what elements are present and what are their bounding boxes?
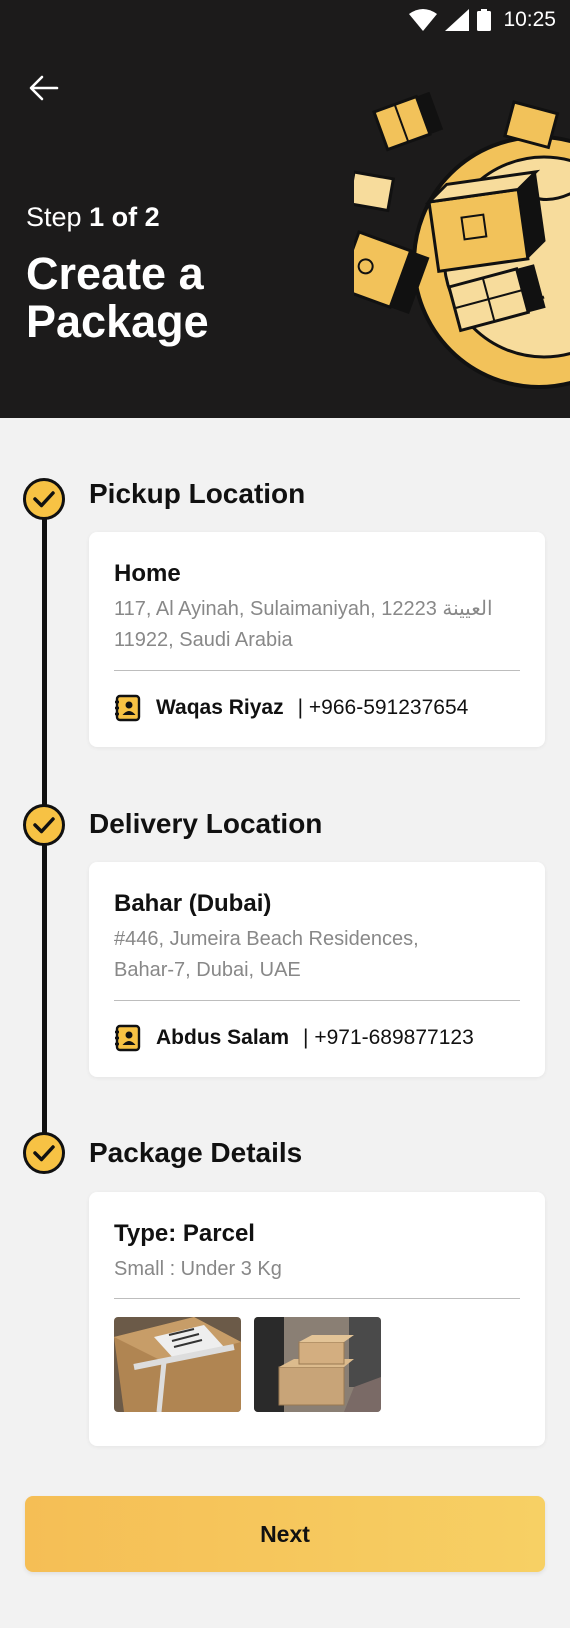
- delivery-contact-name: Abdus Salam: [156, 1026, 290, 1049]
- divider: [114, 1000, 520, 1001]
- status-bar: 10:25: [409, 8, 556, 32]
- check-circle-icon: [23, 478, 65, 520]
- delivery-place-name: Bahar (Dubai): [114, 890, 272, 917]
- next-button[interactable]: Next: [25, 1496, 545, 1572]
- package-photo-thumbnail[interactable]: [254, 1317, 381, 1412]
- back-arrow-icon: [29, 75, 59, 101]
- signal-icon: [445, 9, 470, 31]
- delivery-section-title: Delivery Location: [89, 808, 323, 839]
- divider: [114, 1298, 520, 1299]
- package-photo-2: [254, 1317, 381, 1412]
- check-circle-icon: [23, 804, 65, 846]
- step-prefix: Step: [26, 202, 82, 232]
- pickup-contact: Waqas Riyaz | +966-591237654: [114, 694, 468, 722]
- packages-illustration: [354, 92, 570, 389]
- package-section-title: Package Details: [89, 1137, 303, 1168]
- screen-edge: [570, 0, 574, 1628]
- delivery-contact-phone: | +971-689877123: [303, 1026, 474, 1049]
- check-circle-icon: [23, 1132, 65, 1174]
- package-card[interactable]: Type: Parcel Small : Under 3 Kg: [89, 1192, 545, 1446]
- header: 10:25 Step 1 of 2 Create a Package: [0, 0, 570, 418]
- status-time: 10:25: [503, 8, 556, 31]
- back-button[interactable]: [26, 70, 62, 106]
- package-photo-1: [114, 1317, 241, 1412]
- pickup-place-name: Home: [114, 560, 181, 587]
- wifi-icon: [409, 9, 438, 31]
- delivery-contact: Abdus Salam | +971-689877123: [114, 1024, 474, 1052]
- package-photo-thumbnail[interactable]: [114, 1317, 241, 1412]
- pickup-card[interactable]: Home 117, Al Ayinah, Sulaimaniyah, 12223…: [89, 532, 545, 747]
- divider: [114, 670, 520, 671]
- step-value: 1 of 2: [89, 202, 160, 232]
- battery-icon: [477, 9, 492, 31]
- delivery-card[interactable]: Bahar (Dubai) #446, Jumeira Beach Reside…: [89, 862, 545, 1077]
- contact-book-icon: [115, 1024, 141, 1052]
- contact-book-icon: [115, 694, 141, 722]
- pickup-address: 117, Al Ayinah, Sulaimaniyah, 12223 العي…: [114, 598, 493, 651]
- pickup-contact-phone: | +966-591237654: [297, 696, 469, 719]
- pickup-section-title: Pickup Location: [89, 478, 306, 509]
- pickup-contact-name: Waqas Riyaz: [156, 696, 284, 719]
- package-size: Small : Under 3 Kg: [114, 1258, 282, 1280]
- step-indicator: Step 1 of 2: [26, 202, 160, 233]
- page-title: Create a Package: [26, 248, 209, 347]
- delivery-address: #446, Jumeira Beach Residences, Bahar-7,…: [114, 928, 419, 981]
- package-type: Type: Parcel: [114, 1220, 255, 1247]
